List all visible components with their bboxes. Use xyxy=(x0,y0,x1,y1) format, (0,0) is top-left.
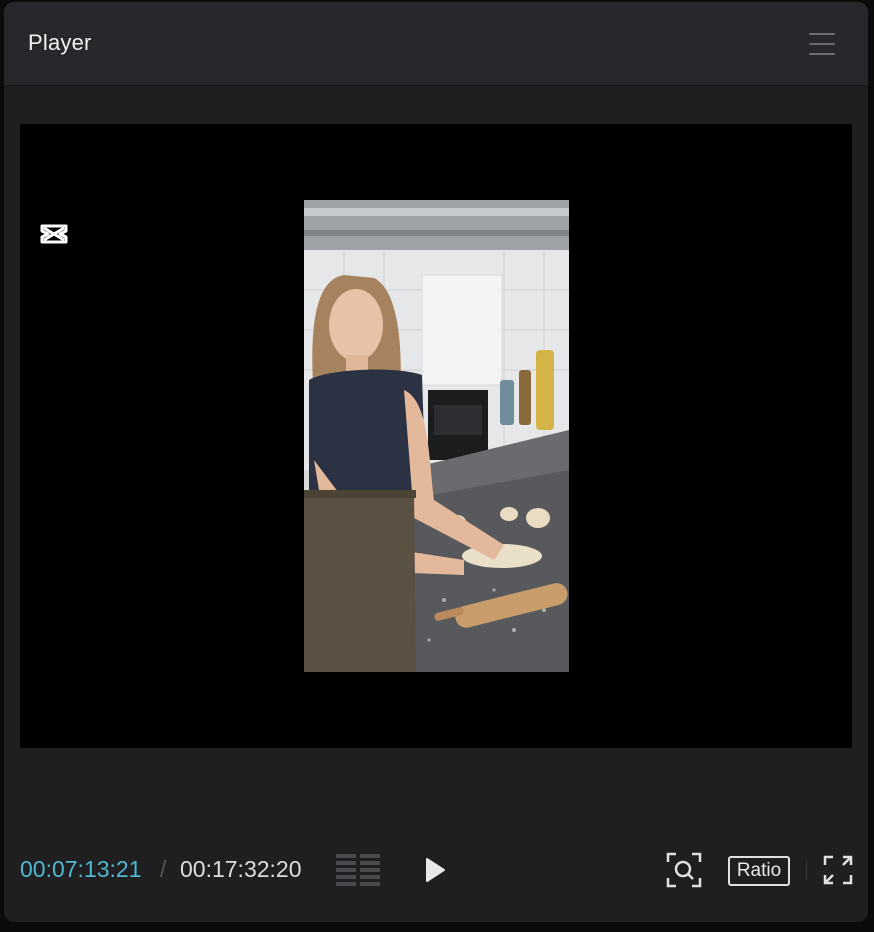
play-icon[interactable] xyxy=(422,856,448,884)
waveform-grid-icon[interactable] xyxy=(336,854,382,886)
timecode-separator: / xyxy=(160,856,167,882)
fullscreen-icon[interactable] xyxy=(822,854,854,886)
player-header: Player xyxy=(4,2,868,86)
zoom-fit-icon[interactable] xyxy=(666,852,702,888)
controls-divider xyxy=(806,862,807,880)
current-timecode: 00:07:13:21 xyxy=(20,856,142,882)
ratio-button[interactable]: Ratio xyxy=(728,856,790,886)
hamburger-menu-icon[interactable] xyxy=(807,31,837,57)
video-frame xyxy=(304,200,569,672)
video-viewport[interactable] xyxy=(20,124,852,748)
panel-title: Player xyxy=(28,30,92,55)
player-panel: Player 00:07:13:21 / 00:17:32:20 Ratio xyxy=(4,2,868,922)
total-timecode: 00:17:32:20 xyxy=(180,856,302,882)
capcut-logo-icon xyxy=(40,224,68,244)
player-controls: 00:07:13:21 / 00:17:32:20 Ratio xyxy=(4,848,868,898)
